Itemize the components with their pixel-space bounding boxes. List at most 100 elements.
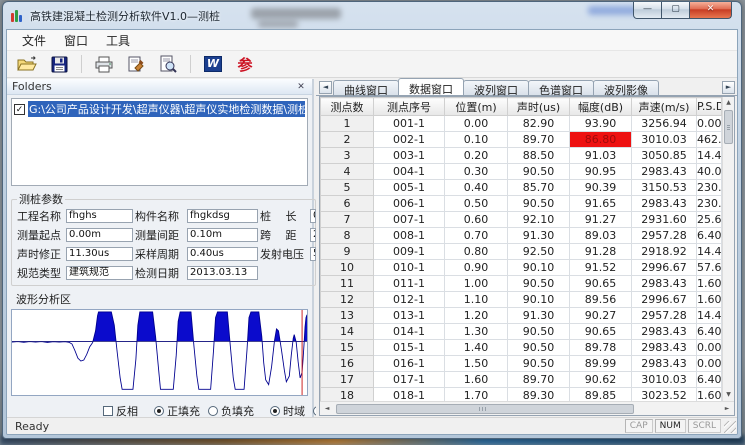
menu-bar: 文件窗口工具 [7,30,737,51]
table-cell: 40.0 [697,164,722,180]
table-cell: 90.50 [508,324,570,340]
waveform-plot[interactable] [11,309,308,396]
word-export-button[interactable]: W [201,53,225,75]
file-checkbox-checked-icon[interactable]: ✓ [14,104,25,115]
horizontal-scrollbar[interactable]: ◄ ► [320,401,734,415]
table-cell: 92.10 [508,212,570,228]
print-button[interactable] [92,53,116,75]
table-cell: 93.90 [570,116,632,132]
table-cell: 25.6 [697,212,722,228]
table-cell: 0.10 [445,132,508,148]
table-cell: 85.70 [508,180,570,196]
menu-item-工具[interactable]: 工具 [97,30,139,51]
open-button[interactable] [15,53,39,75]
param-value-field[interactable]: 11.30us [66,247,133,261]
table-cell: 90.50 [508,164,570,180]
param-value-field[interactable]: 2013.03.13 [187,266,258,280]
folders-panel: Folders ✕ ✓ G:\公司产品设计开发\超声仪器\超声仪实地检测数据\测… [7,79,314,417]
table-row[interactable]: 14014-11.3090.5090.652983.436.40 [321,324,722,340]
table-cell: 1.60 [697,276,722,292]
column-header[interactable]: 声时(us) [508,98,570,116]
reference-button[interactable]: 参 [233,53,257,75]
column-header[interactable]: 测点数 [321,98,374,116]
table-cell: 462.4 [697,132,722,148]
param-value-field[interactable]: 0.10m [187,228,258,242]
tab-波列窗口[interactable]: 波列窗口 [463,80,529,95]
param-label: 采样周期 [135,246,185,262]
scroll-right-icon[interactable]: ► [720,405,734,412]
param-value-field[interactable]: 0.00m [66,228,133,242]
scroll-left-icon[interactable]: ◄ [320,405,334,412]
file-list[interactable]: ✓ G:\公司产品设计开发\超声仪器\超声仪实地检测数据\测桩\cd\cd03\… [11,98,308,186]
minimize-button[interactable]: — [633,2,662,19]
print-setup-button[interactable] [124,53,148,75]
client-area: 文件窗口工具 [6,29,738,435]
table-cell: 1.60 [445,372,508,388]
title-bar[interactable]: 高铁建混凝土检测分析软件V1.0—测桩 — ▢ ✕ [3,2,741,29]
table-cell: 230.4 [697,180,722,196]
table-row[interactable]: 17017-11.6089.7090.623010.036.40 [321,372,722,388]
tab-色谱窗口[interactable]: 色谱窗口 [528,80,594,95]
table-row[interactable]: 5005-10.4085.7090.393150.53230.4 [321,180,722,196]
scroll-up-icon[interactable]: ▲ [723,97,734,109]
table-cell: 0.30 [445,164,508,180]
table-row[interactable]: 9009-10.8092.5091.282918.9214.4 [321,244,722,260]
table-cell: 3 [321,148,374,164]
table-cell: 91.65 [570,196,632,212]
resize-grip[interactable] [724,421,736,433]
tab-波列影像[interactable]: 波列影像 [593,80,659,95]
menu-item-窗口[interactable]: 窗口 [55,30,97,51]
print-preview-button[interactable] [156,53,180,75]
scroll-down-icon[interactable]: ▼ [723,389,734,401]
table-row[interactable]: 10010-10.9090.1091.522996.6757.6 [321,260,722,276]
column-header[interactable]: 测点序号 [374,98,445,116]
printer-icon [94,56,114,73]
maximize-button[interactable]: ▢ [661,2,690,19]
column-header[interactable]: 声速(m/s) [632,98,697,116]
panel-close-icon[interactable]: ✕ [295,82,307,92]
table-row[interactable]: 2002-10.1089.7086.803010.03462.4 [321,132,722,148]
table-cell: 0.40 [445,180,508,196]
table-row[interactable]: 8008-10.7091.3089.032957.286.40 [321,228,722,244]
param-value-field[interactable]: 0.40us [187,247,258,261]
table-row[interactable]: 3003-10.2088.5091.033050.8514.4 [321,148,722,164]
tab-scroll-left-icon[interactable]: ◄ [319,81,332,94]
menu-item-文件[interactable]: 文件 [13,30,55,51]
waveform-svg [12,310,307,395]
reference-icon: 参 [237,54,252,75]
params-group-title: 测桩参数 [17,191,65,207]
param-value-field[interactable]: 建筑规范 [66,266,133,280]
file-list-item[interactable]: ✓ G:\公司产品设计开发\超声仪器\超声仪实地检测数据\测桩\cd\cd03\… [12,99,307,119]
vertical-scrollbar[interactable]: ▲ ▼ [722,97,734,401]
table-cell: 0.60 [445,212,508,228]
table-row[interactable]: 4004-10.3090.5090.952983.4340.0 [321,164,722,180]
table-row[interactable]: 6006-10.5090.5091.652983.43230.4 [321,196,722,212]
vertical-scroll-thumb[interactable] [724,110,733,144]
table-row[interactable]: 1001-10.0082.9093.903256.940.00 [321,116,722,132]
tab-数据窗口[interactable]: 数据窗口 [398,78,464,95]
table-row[interactable]: 15015-11.4090.5089.782983.430.00 [321,340,722,356]
column-header[interactable]: 位置(m) [445,98,508,116]
table-row[interactable]: 13013-11.2091.3090.272957.2814.4 [321,308,722,324]
table-cell: 11 [321,276,374,292]
table-cell: 001-1 [374,116,445,132]
table-row[interactable]: 12012-11.1090.1089.562996.671.60 [321,292,722,308]
param-value-field[interactable]: fhgkdsg [187,209,258,223]
save-button[interactable] [47,53,71,75]
horizontal-scroll-thumb[interactable] [336,404,634,414]
table-cell: 90.10 [508,260,570,276]
tab-scroll-right-icon[interactable]: ► [722,81,735,94]
table-cell: 90.50 [508,356,570,372]
column-header[interactable]: 幅度(dB) [570,98,632,116]
table-cell: 014-1 [374,324,445,340]
table-row[interactable]: 7007-10.6092.1091.272931.6025.6 [321,212,722,228]
param-value-field[interactable]: fhghs [66,209,133,223]
close-button[interactable]: ✕ [689,2,732,19]
table-row[interactable]: 16016-11.5090.5089.992983.430.00 [321,356,722,372]
table-cell: 006-1 [374,196,445,212]
tab-曲线窗口[interactable]: 曲线窗口 [333,80,399,95]
table-row[interactable]: 11011-11.0090.5090.652983.431.60 [321,276,722,292]
table-cell: 14.4 [697,244,722,260]
column-header[interactable]: P.S.D(us [697,98,722,116]
status-bar: Ready CAPNUMSCRL [7,417,737,434]
